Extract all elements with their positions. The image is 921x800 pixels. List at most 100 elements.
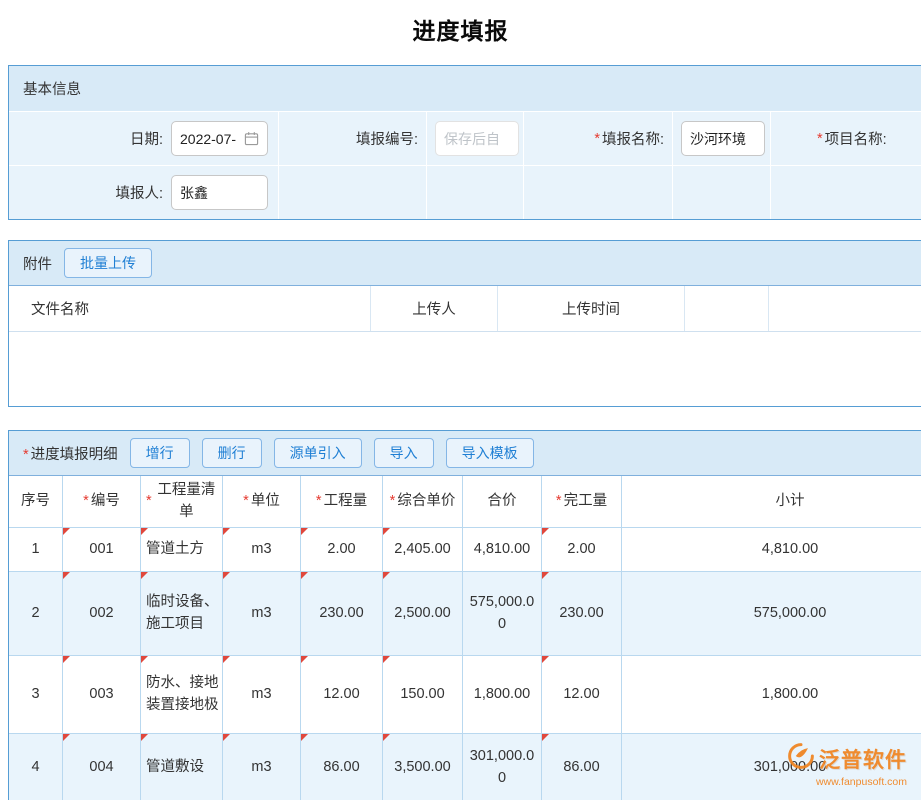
date-input[interactable]: 2022-07- (171, 121, 268, 156)
details-cell[interactable]: 230.00 (542, 572, 622, 656)
date-label: 日期: (130, 128, 163, 149)
details-cell[interactable]: 2,500.00 (383, 572, 463, 656)
reporter-input[interactable]: 张鑫 (171, 175, 268, 210)
details-cell[interactable]: 2,405.00 (383, 528, 463, 572)
report-no-input[interactable]: 保存后自 (435, 121, 519, 156)
details-cell[interactable]: 3,500.00 (383, 734, 463, 800)
details-table-body: 1001管道土方m32.002,405.004,810.002.004,810.… (9, 528, 921, 800)
details-cell[interactable]: 防水、接地装置接地极 (141, 656, 223, 734)
details-col-header: *编号 (63, 476, 141, 528)
attachments-table-header: 文件名称 上传人 上传时间 (9, 286, 921, 332)
details-cell: 3 (9, 656, 63, 734)
details-cell[interactable]: 150.00 (383, 656, 463, 734)
import-template-button[interactable]: 导入模板 (446, 438, 534, 468)
details-cell: 1,800.00 (463, 656, 542, 734)
details-cell[interactable]: 002 (63, 572, 141, 656)
add-row-button[interactable]: 增行 (130, 438, 190, 468)
details-row: 4004管道敷设m386.003,500.00301,000.0086.0030… (9, 734, 921, 800)
details-cell[interactable]: 86.00 (542, 734, 622, 800)
details-table: 序号*编号*工程量清单*单位*工程量*综合单价合价*完工量小计 1001管道土方… (9, 476, 921, 800)
basic-info-header: 基本信息 (9, 66, 921, 111)
reporter-label: 填报人: (115, 182, 163, 203)
attachments-col-uploader: 上传人 (371, 286, 498, 331)
attachments-header: 附件 批量上传 (9, 241, 921, 286)
basic-info-body: 日期: 2022-07- 填 (9, 111, 921, 219)
attachments-col-uploadtime: 上传时间 (498, 286, 685, 331)
details-cell[interactable]: 12.00 (542, 656, 622, 734)
details-cell[interactable]: 12.00 (301, 656, 383, 734)
details-cell: 575,000.00 (463, 572, 542, 656)
required-star: * (390, 491, 396, 512)
basic-info-row-2: 填报人: 张鑫 (9, 165, 921, 219)
report-name-input[interactable]: 沙河环境 (681, 121, 765, 156)
details-panel: *进度填报明细 增行 删行 源单引入 导入 导入模板 序号*编号*工程量清单*单… (8, 430, 921, 800)
required-star: * (146, 491, 152, 512)
details-cell[interactable]: 临时设备、施工项目 (141, 572, 223, 656)
details-col-header: *工程量 (301, 476, 383, 528)
details-cell: 2 (9, 572, 63, 656)
project-name-label: 项目名称: (825, 128, 887, 149)
details-row: 1001管道土方m32.002,405.004,810.002.004,810.… (9, 528, 921, 572)
basic-info-row-1: 日期: 2022-07- 填 (9, 111, 921, 165)
source-import-button[interactable]: 源单引入 (274, 438, 362, 468)
details-cell[interactable]: 001 (63, 528, 141, 572)
details-cell: 4,810.00 (622, 528, 921, 572)
details-cell[interactable]: 003 (63, 656, 141, 734)
reporter-value: 张鑫 (180, 183, 208, 203)
required-star: * (316, 491, 322, 512)
details-cell[interactable]: 230.00 (301, 572, 383, 656)
report-name-label: 填报名称: (602, 128, 664, 149)
attachments-col-empty-1 (685, 286, 769, 331)
calendar-icon[interactable] (244, 131, 259, 146)
report-name-value: 沙河环境 (690, 129, 746, 149)
details-header: *进度填报明细 增行 删行 源单引入 导入 导入模板 (9, 431, 921, 476)
details-cell[interactable]: m3 (223, 528, 301, 572)
date-value: 2022-07- (180, 131, 236, 147)
details-col-header: *综合单价 (383, 476, 463, 528)
required-star: * (23, 447, 29, 463)
details-col-header: *完工量 (542, 476, 622, 528)
details-cell: 4 (9, 734, 63, 800)
details-cell: 1 (9, 528, 63, 572)
page-title: 进度填报 (0, 12, 921, 46)
details-cell[interactable]: 2.00 (301, 528, 383, 572)
details-cell[interactable]: 004 (63, 734, 141, 800)
required-star: * (556, 491, 562, 512)
details-cell[interactable]: 86.00 (301, 734, 383, 800)
required-star: * (594, 131, 600, 147)
details-cell: 301,000.00 (463, 734, 542, 800)
details-row: 2002临时设备、施工项目m3230.002,500.00575,000.002… (9, 572, 921, 656)
report-no-placeholder: 保存后自 (444, 129, 500, 149)
required-star: * (243, 491, 249, 512)
details-col-header: 小计 (622, 476, 921, 528)
details-cell[interactable]: m3 (223, 656, 301, 734)
attachments-title: 附件 (23, 253, 52, 274)
details-cell: 575,000.00 (622, 572, 921, 656)
details-header-row: 序号*编号*工程量清单*单位*工程量*综合单价合价*完工量小计 (9, 476, 921, 528)
attachments-panel: 附件 批量上传 文件名称 上传人 上传时间 (8, 240, 921, 407)
details-col-header: 序号 (9, 476, 63, 528)
page: 进度填报 基本信息 日期: 2022-07- (0, 0, 921, 800)
details-cell[interactable]: 管道土方 (141, 528, 223, 572)
details-row: 3003防水、接地装置接地极m312.00150.001,800.0012.00… (9, 656, 921, 734)
batch-upload-button[interactable]: 批量上传 (64, 248, 152, 278)
attachments-empty-body (9, 332, 921, 406)
details-col-header: 合价 (463, 476, 542, 528)
required-star: * (83, 491, 89, 512)
details-cell[interactable]: m3 (223, 572, 301, 656)
details-title: 进度填报明细 (31, 447, 118, 463)
required-star: * (817, 131, 823, 147)
delete-row-button[interactable]: 删行 (202, 438, 262, 468)
import-button[interactable]: 导入 (374, 438, 434, 468)
report-no-label: 填报编号: (356, 128, 418, 149)
details-cell: 1,800.00 (622, 656, 921, 734)
details-cell[interactable]: 2.00 (542, 528, 622, 572)
details-cell[interactable]: 管道敷设 (141, 734, 223, 800)
basic-info-panel: 基本信息 日期: 2022-07- (8, 65, 921, 220)
details-cell: 301,000.00 (622, 734, 921, 800)
details-cell: 4,810.00 (463, 528, 542, 572)
details-col-header: *工程量清单 (141, 476, 223, 528)
basic-info-title: 基本信息 (23, 78, 81, 99)
attachments-col-empty-2 (769, 286, 921, 331)
details-cell[interactable]: m3 (223, 734, 301, 800)
